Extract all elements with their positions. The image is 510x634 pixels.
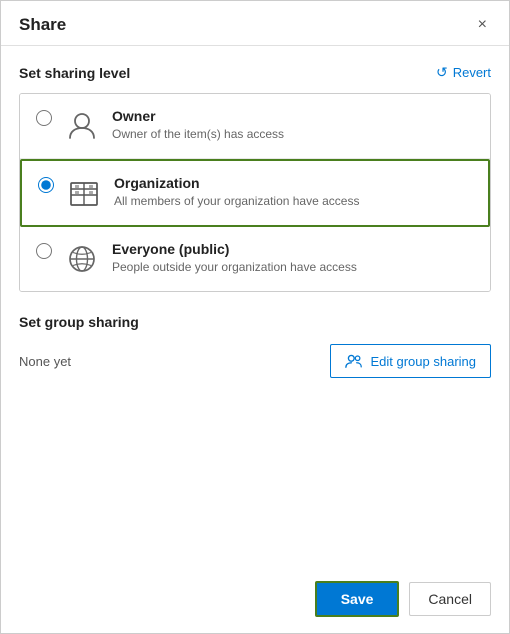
owner-label: Owner: [112, 108, 474, 124]
organization-desc: All members of your organization have ac…: [114, 194, 472, 208]
revert-icon: ↺: [436, 64, 448, 81]
revert-button[interactable]: ↺ Revert: [436, 64, 491, 81]
edit-group-sharing-button[interactable]: Edit group sharing: [330, 344, 491, 378]
everyone-desc: People outside your organization have ac…: [112, 260, 474, 274]
sharing-level-title: Set sharing level: [19, 65, 130, 81]
none-yet-label: None yet: [19, 354, 71, 369]
globe-icon: [64, 241, 100, 277]
option-everyone[interactable]: Everyone (public) People outside your or…: [20, 227, 490, 291]
revert-label: Revert: [453, 65, 491, 80]
dialog-footer: Save Cancel: [1, 565, 509, 633]
owner-desc: Owner of the item(s) has access: [112, 127, 474, 141]
radio-owner[interactable]: [36, 110, 52, 131]
organization-text: Organization All members of your organiz…: [114, 175, 472, 208]
close-button[interactable]: ×: [474, 15, 491, 35]
everyone-text: Everyone (public) People outside your or…: [112, 241, 474, 274]
radio-organization[interactable]: [38, 177, 54, 198]
sharing-level-section-header: Set sharing level ↺ Revert: [19, 64, 491, 81]
cancel-button[interactable]: Cancel: [409, 582, 491, 616]
group-sharing-row: None yet Edit group sharing: [19, 344, 491, 378]
group-sharing-title: Set group sharing: [19, 314, 491, 330]
person-icon: [64, 108, 100, 144]
save-button[interactable]: Save: [315, 581, 400, 617]
owner-text: Owner Owner of the item(s) has access: [112, 108, 474, 141]
org-icon: [66, 175, 102, 211]
dialog-header: Share ×: [1, 1, 509, 46]
edit-group-icon: [345, 352, 363, 370]
share-dialog: Share × Set sharing level ↺ Revert: [0, 0, 510, 634]
sharing-options-box: Owner Owner of the item(s) has access: [19, 93, 491, 292]
option-owner[interactable]: Owner Owner of the item(s) has access: [20, 94, 490, 159]
dialog-body: Set sharing level ↺ Revert: [1, 46, 509, 565]
everyone-label: Everyone (public): [112, 241, 474, 257]
option-organization[interactable]: Organization All members of your organiz…: [20, 159, 490, 227]
radio-everyone[interactable]: [36, 243, 52, 264]
dialog-title: Share: [19, 15, 66, 35]
edit-group-label: Edit group sharing: [370, 354, 476, 369]
organization-label: Organization: [114, 175, 472, 191]
